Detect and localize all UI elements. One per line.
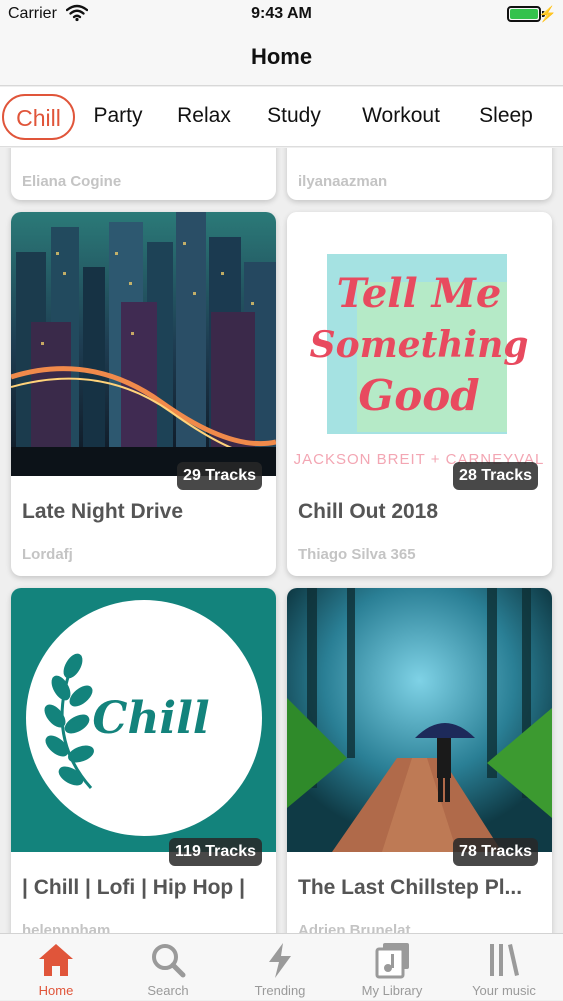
track-count-badge: 119 Tracks: [169, 838, 262, 866]
art-line1: Tell Me: [337, 270, 502, 317]
clock: 9:43 AM: [251, 5, 312, 22]
tab-party[interactable]: Party: [86, 94, 150, 140]
playlist-author: ilyanaazman: [298, 173, 388, 190]
navigation-bar: Home: [0, 30, 563, 86]
playlist-author: helennpham: [22, 922, 111, 933]
playlist-title: Chill Out 2018: [298, 500, 439, 523]
lightning-icon: [269, 943, 291, 978]
playlist-card[interactable]: 78 Tracks The Last Chillstep Pl... Adrie…: [287, 588, 552, 933]
home-icon: [39, 944, 73, 976]
playlist-card[interactable]: ilyanaazman: [287, 148, 552, 200]
playlist-author: Adrien Brunelat: [298, 922, 411, 933]
page-title: Home: [250, 44, 313, 69]
playlist-artwork-forest: [287, 588, 552, 852]
track-count-badge: 28 Tracks: [453, 462, 538, 490]
playlist-artwork-city: [11, 212, 276, 476]
bottom-tab-bar: Home Search Trending My Library Your mus…: [0, 933, 563, 1000]
art-line3: Good: [358, 371, 479, 420]
tabbar-trending-label: Trending: [254, 983, 306, 998]
status-bar: Carrier 9:43 AM ⚡: [0, 0, 563, 30]
tabbar-my-library[interactable]: My Library: [336, 934, 448, 1001]
playlist-card[interactable]: 29 Tracks Late Night Drive Lordafj: [11, 212, 276, 576]
tabbar-home-label: Home: [38, 983, 74, 998]
charging-icon: ⚡: [538, 6, 557, 23]
track-count-badge: 29 Tracks: [177, 462, 262, 490]
books-icon: [490, 944, 519, 976]
playlist-title: The Last Chillstep Pl...: [298, 876, 523, 899]
tabbar-your-music[interactable]: Your music: [448, 934, 560, 1001]
tab-relax[interactable]: Relax: [172, 94, 236, 140]
tab-chill[interactable]: Chill: [2, 94, 75, 140]
tabbar-search[interactable]: Search: [112, 934, 224, 1001]
battery-icon: [507, 6, 541, 22]
art-line2: Something: [310, 324, 529, 366]
playlist-card[interactable]: Chill 119 Tracks | Chill | Lofi | Hip Ho…: [11, 588, 276, 933]
tabbar-trending[interactable]: Trending: [224, 934, 336, 1001]
tabbar-my-library-label: My Library: [361, 983, 423, 998]
library-icon: [375, 943, 409, 979]
tab-study[interactable]: Study: [262, 94, 326, 140]
playlist-artwork-tell-me-something-good: Tell Me Something Good JACKSON BREIT + C…: [287, 212, 552, 476]
art-label: Chill: [92, 693, 209, 744]
playlist-title: | Chill | Lofi | Hip Hop |: [22, 876, 245, 899]
playlist-artwork-chill: Chill: [11, 588, 276, 852]
playlist-card[interactable]: Eliana Cogine: [11, 148, 276, 200]
tabbar-home[interactable]: Home: [0, 934, 112, 1001]
track-count-badge: 78 Tracks: [453, 838, 538, 866]
tabbar-search-label: Search: [147, 983, 189, 998]
playlist-author: Thiago Silva 365: [298, 546, 416, 563]
search-icon: [152, 944, 186, 978]
playlist-title: Late Night Drive: [22, 500, 184, 523]
tab-workout[interactable]: Workout: [356, 94, 446, 140]
playlist-author: Lordafj: [22, 546, 73, 563]
tabbar-your-music-label: Your music: [472, 983, 536, 998]
playlist-card[interactable]: Tell Me Something Good JACKSON BREIT + C…: [287, 212, 552, 576]
playlist-grid: Eliana Cogine ilyanaazman 29 Tracks Late…: [0, 148, 563, 933]
tab-sleep[interactable]: Sleep: [472, 94, 540, 140]
playlist-author: Eliana Cogine: [22, 173, 122, 190]
category-tabs: Chill Party Relax Study Workout Sleep: [0, 87, 563, 147]
